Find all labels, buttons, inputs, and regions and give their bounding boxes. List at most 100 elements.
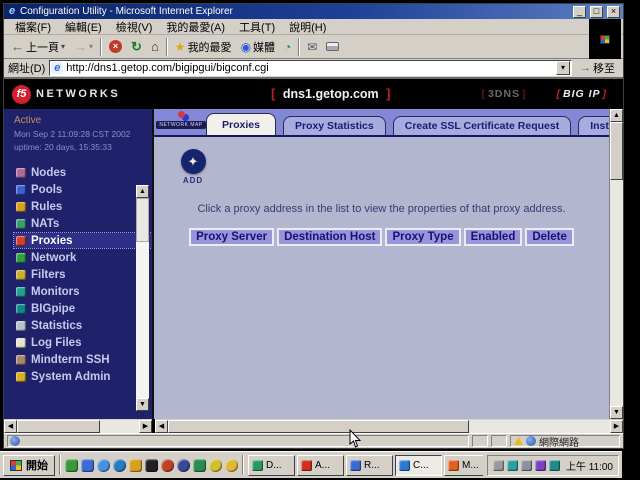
taskbar-task-button[interactable]: R... xyxy=(346,455,393,476)
sidebar-item[interactable]: Statistics xyxy=(14,318,152,333)
menu-item[interactable]: 說明(H) xyxy=(282,19,333,35)
menu-item[interactable]: 編輯(E) xyxy=(58,19,109,35)
quick-launch-icon[interactable] xyxy=(65,459,78,472)
sidebar-item-icon xyxy=(16,185,26,195)
media-button[interactable]: ◉ 媒體 xyxy=(237,38,279,56)
quick-launch-icon[interactable] xyxy=(177,459,190,472)
sidebar-item[interactable]: Pools xyxy=(14,182,152,197)
menu-item[interactable]: 檔案(F) xyxy=(8,19,58,35)
taskbar-task-button[interactable]: A... xyxy=(297,455,344,476)
status-page-icon xyxy=(10,436,20,446)
tab[interactable]: Create SSL Certificate Request xyxy=(393,116,571,135)
network-map-button[interactable]: NETWORK MAP xyxy=(158,111,204,129)
scroll-up-button[interactable]: ▲ xyxy=(136,185,149,198)
quick-launch-icon[interactable] xyxy=(97,459,110,472)
quick-launch xyxy=(65,459,238,472)
scroll-track[interactable] xyxy=(136,198,149,398)
status-bar: 網際網路 xyxy=(4,433,623,448)
main-scrollbar[interactable]: ▲ ▼ xyxy=(609,109,623,419)
menu-item[interactable]: 檢視(V) xyxy=(109,19,160,35)
forward-dropdown-icon[interactable]: ▾ xyxy=(89,42,93,51)
sidebar-item[interactable]: NATs xyxy=(14,216,152,231)
tray-icon[interactable] xyxy=(521,460,532,471)
refresh-button[interactable]: ↻ xyxy=(127,39,146,55)
maximize-button[interactable]: □ xyxy=(590,6,603,18)
scroll-track[interactable] xyxy=(610,122,623,406)
sidebar-scrollbar[interactable]: ▲ ▼ xyxy=(136,185,149,411)
scroll-thumb[interactable] xyxy=(17,420,100,433)
sidebar-item[interactable]: Monitors xyxy=(14,284,152,299)
mail-button[interactable]: ✉ xyxy=(303,39,321,55)
sidebar-item[interactable]: Filters xyxy=(14,267,152,282)
network-map-icon xyxy=(178,111,185,118)
menu-item[interactable]: 工具(T) xyxy=(232,19,282,35)
scroll-left-button[interactable]: ◀ xyxy=(155,420,168,433)
tray-icon[interactable] xyxy=(493,460,504,471)
scroll-thumb[interactable] xyxy=(136,198,149,242)
go-label: 移至 xyxy=(593,60,615,76)
sidebar-item[interactable]: Mindterm SSH xyxy=(14,352,152,367)
refresh-icon: ↻ xyxy=(131,40,142,54)
tray-icon[interactable] xyxy=(507,460,518,471)
menu-item[interactable]: 我的最愛(A) xyxy=(159,19,232,35)
sidebar-item[interactable]: Proxies xyxy=(14,233,152,248)
quick-launch-icon[interactable] xyxy=(145,459,158,472)
address-dropdown-button[interactable]: ▾ xyxy=(556,61,570,75)
quick-launch-icon[interactable] xyxy=(129,459,142,472)
tab[interactable]: Proxy Statistics xyxy=(283,116,386,135)
minimize-button[interactable]: _ xyxy=(573,6,586,18)
tray-icon[interactable] xyxy=(549,460,560,471)
taskbar-separator xyxy=(242,455,244,475)
scroll-track[interactable] xyxy=(17,420,139,433)
scroll-down-button[interactable]: ▼ xyxy=(610,406,623,419)
sidebar-item[interactable]: Nodes xyxy=(14,165,152,180)
sidebar-hscrollbar[interactable]: ◀ ▶ xyxy=(4,419,152,433)
quick-launch-icon[interactable] xyxy=(193,459,206,472)
scroll-right-button[interactable]: ▶ xyxy=(139,420,152,433)
task-button-icon xyxy=(301,460,312,471)
history-button[interactable]: ◔ xyxy=(280,39,295,55)
scroll-left-button[interactable]: ◀ xyxy=(4,420,17,433)
scroll-up-button[interactable]: ▲ xyxy=(610,109,623,122)
taskbar-task-button[interactable]: C... xyxy=(395,455,442,476)
sidebar-item[interactable]: Rules xyxy=(14,199,152,214)
favorites-icon: ★ xyxy=(175,40,186,54)
taskbar-task-button[interactable]: M... xyxy=(444,455,483,476)
quick-launch-icon[interactable] xyxy=(161,459,174,472)
tab[interactable]: Proxies xyxy=(206,113,276,135)
go-button[interactable]: → 移至 xyxy=(576,60,619,76)
sidebar-item-label: BIGpipe xyxy=(31,303,75,315)
sidebar-item[interactable]: Log Files xyxy=(14,335,152,350)
stop-button[interactable]: × xyxy=(105,39,126,54)
title-bar[interactable]: e Configuration Utility - Microsoft Inte… xyxy=(4,4,623,19)
close-button[interactable]: × xyxy=(607,6,620,18)
favorites-button[interactable]: ★ 我的最愛 xyxy=(171,38,236,56)
quick-launch-icon[interactable] xyxy=(81,459,94,472)
quick-launch-icon[interactable] xyxy=(209,459,222,472)
back-button[interactable]: ← 上一頁 ▾ xyxy=(7,38,69,56)
sidebar-item[interactable]: System Admin xyxy=(14,369,152,384)
address-input[interactable] xyxy=(66,61,553,75)
quick-launch-icon[interactable] xyxy=(113,459,126,472)
start-button[interactable]: 開始 xyxy=(3,455,55,476)
scroll-track[interactable] xyxy=(168,420,610,433)
forward-button[interactable]: → ▾ xyxy=(70,39,97,55)
add-button[interactable]: ✦ ADD xyxy=(178,149,208,185)
add-circle[interactable]: ✦ xyxy=(181,149,206,174)
system-datetime: Mon Sep 2 11:09:28 CST 2002 xyxy=(14,129,152,139)
quick-launch-icon[interactable] xyxy=(225,459,238,472)
scroll-down-button[interactable]: ▼ xyxy=(136,398,149,411)
taskbar-task-button[interactable]: D... xyxy=(248,455,295,476)
main-hscrollbar[interactable]: ◀ ▶ xyxy=(155,419,623,433)
home-button[interactable]: ⌂ xyxy=(147,39,163,55)
back-dropdown-icon[interactable]: ▾ xyxy=(61,42,65,51)
scroll-thumb[interactable] xyxy=(610,122,623,180)
print-button[interactable] xyxy=(322,41,343,52)
toolbar-separator xyxy=(166,38,168,56)
sidebar-item[interactable]: Network xyxy=(14,250,152,265)
tray-icon[interactable] xyxy=(535,460,546,471)
sidebar-item[interactable]: BIGpipe xyxy=(14,301,152,316)
sidebar-item-icon xyxy=(16,287,26,297)
scroll-right-button[interactable]: ▶ xyxy=(610,420,623,433)
scroll-thumb[interactable] xyxy=(168,420,469,433)
